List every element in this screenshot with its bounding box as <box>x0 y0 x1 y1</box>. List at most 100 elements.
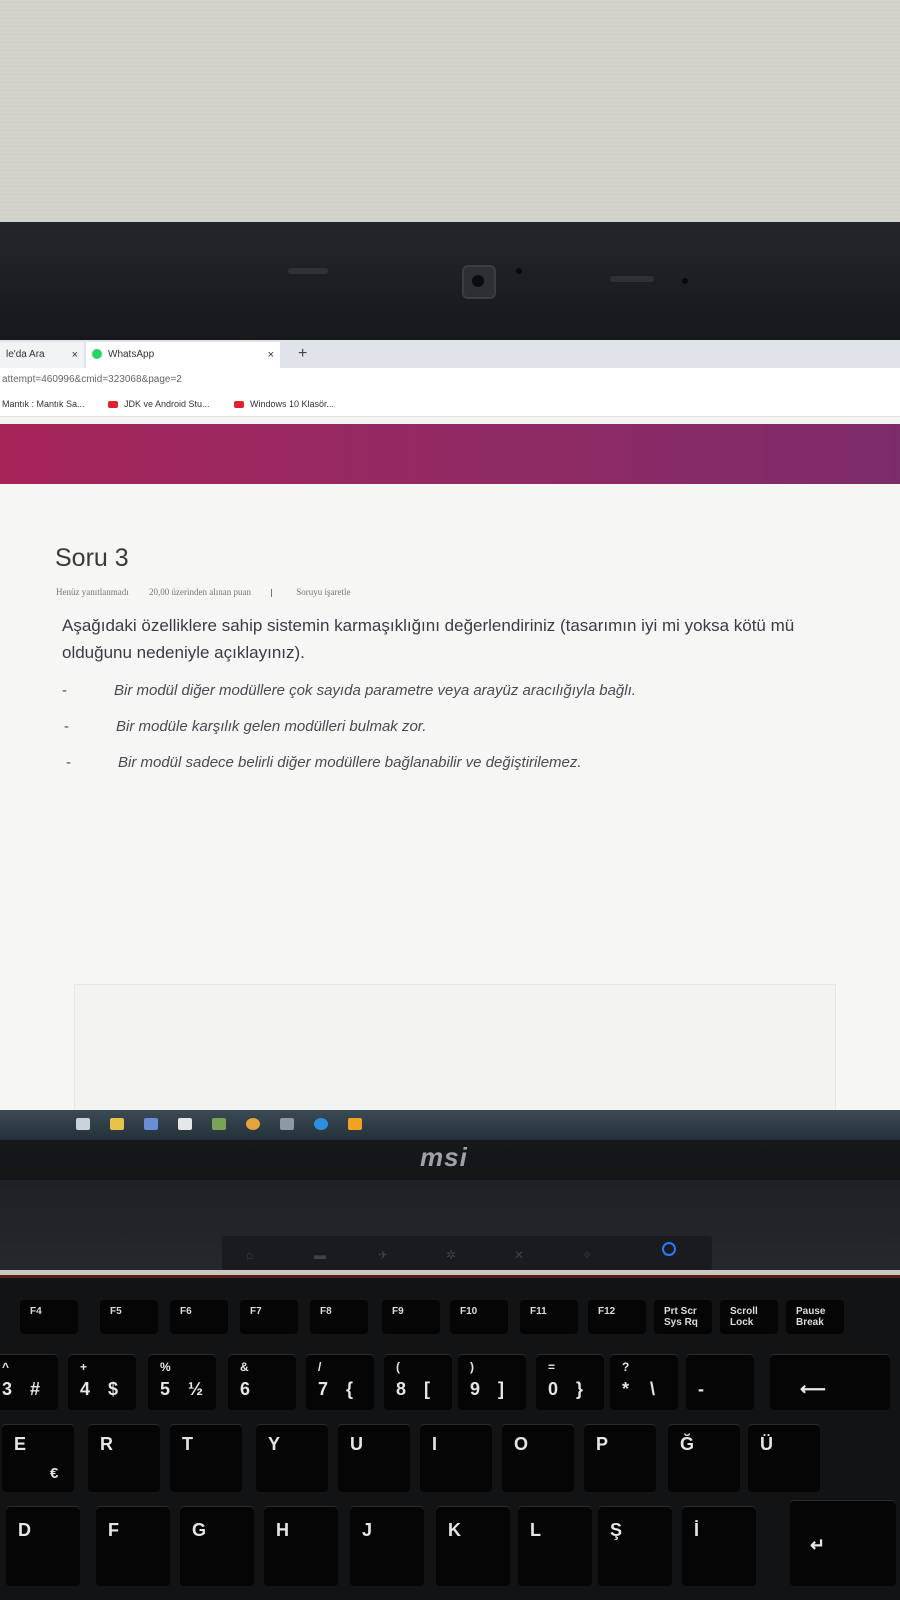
url-text: attempt=460996&cmid=323068&page=2 <box>2 374 182 385</box>
letter-key[interactable]: Y <box>256 1424 328 1492</box>
key-shift-label: ? <box>622 1360 630 1374</box>
letter-key[interactable]: K <box>436 1506 510 1586</box>
letter-key[interactable]: I <box>420 1424 492 1492</box>
letter-key[interactable]: H <box>264 1506 338 1586</box>
letter-key[interactable]: G <box>180 1506 254 1586</box>
key-shift-label: ( <box>396 1360 400 1374</box>
letter-key[interactable]: Ğ <box>668 1424 740 1492</box>
app-icon[interactable] <box>144 1118 158 1130</box>
fn-key-label: F8 <box>320 1306 332 1317</box>
hotkey-icon[interactable]: ✕ <box>514 1248 524 1262</box>
fn-key-label: F11 <box>530 1306 547 1317</box>
number-key[interactable]: - <box>686 1354 754 1410</box>
fn-key[interactable]: F4 <box>20 1300 78 1334</box>
hotkey-icon[interactable]: ⌂ <box>246 1248 253 1262</box>
fn-key[interactable]: F6 <box>170 1300 228 1334</box>
sensor-dot <box>516 268 522 274</box>
key-label: J <box>362 1520 373 1540</box>
backspace-key[interactable]: ⟵ <box>770 1354 890 1410</box>
fn-key-label: Scroll Lock <box>730 1306 758 1328</box>
fn-key[interactable]: F8 <box>310 1300 368 1334</box>
bookmark-item[interactable]: Mantık : Mantık Sa... <box>2 392 85 416</box>
answer-textarea[interactable] <box>74 984 836 1120</box>
letter-key[interactable]: E € <box>2 1424 74 1492</box>
site-header-banner <box>0 424 900 484</box>
fn-key[interactable]: F10 <box>450 1300 508 1334</box>
letter-key[interactable]: P <box>584 1424 656 1492</box>
bullet-item: - Bir modül diğer modüllere çok sayıda pa… <box>62 682 636 699</box>
fn-key[interactable]: F11 <box>520 1300 578 1334</box>
letter-key[interactable]: O <box>502 1424 574 1492</box>
youtube-icon <box>108 401 118 409</box>
key-shift-label: ) <box>470 1360 474 1374</box>
key-shift-label: + <box>80 1360 88 1374</box>
task-view-icon[interactable] <box>76 1118 90 1130</box>
fn-key-label: F5 <box>110 1306 122 1317</box>
close-icon[interactable]: × <box>268 342 274 368</box>
bullet-dash: - <box>62 682 67 699</box>
bookmark-item[interactable]: JDK ve Android Stu... <box>108 392 210 416</box>
key-label: R <box>100 1434 113 1454</box>
key-label: Ü <box>760 1434 773 1454</box>
flag-label: Soruyu işaretle <box>296 587 351 597</box>
store-icon[interactable] <box>178 1118 192 1130</box>
browser-tab-bar: le'da Ara × WhatsApp × + <box>0 340 900 368</box>
app-icon[interactable] <box>212 1118 226 1130</box>
enter-key[interactable]: ↵ <box>790 1500 896 1586</box>
airplane-icon[interactable]: ✈ <box>378 1248 388 1262</box>
whatsapp-icon <box>92 349 102 360</box>
bookmark-item[interactable]: Windows 10 Klasör... <box>234 392 334 416</box>
hotkey-icon[interactable]: ✧ <box>582 1248 592 1262</box>
chrome-icon[interactable] <box>246 1118 260 1130</box>
hotkey-icon[interactable]: ▬ <box>314 1248 326 1262</box>
number-key[interactable]: 3 ^ # <box>0 1354 58 1410</box>
number-key[interactable]: 0 =} <box>536 1354 604 1410</box>
fn-key-label: F6 <box>180 1306 192 1317</box>
letter-key[interactable]: Ş <box>598 1506 672 1586</box>
letter-key[interactable]: F <box>96 1506 170 1586</box>
key-main-label: * <box>622 1379 630 1399</box>
key-main-label: ½ <box>188 1379 204 1399</box>
fn-key[interactable]: F12 <box>588 1300 646 1334</box>
number-key[interactable]: 9)] <box>458 1354 526 1410</box>
letter-key[interactable]: İ <box>682 1506 756 1586</box>
app-icon[interactable] <box>348 1118 362 1130</box>
key-label: E <box>14 1434 27 1454</box>
hotkey-icon[interactable]: ✲ <box>446 1248 456 1262</box>
fn-key[interactable]: Pause Break <box>786 1300 844 1334</box>
key-label: O <box>514 1434 529 1454</box>
power-icon[interactable] <box>662 1242 676 1256</box>
number-key[interactable]: 8 ([ <box>384 1354 452 1410</box>
number-key[interactable]: 4 + $ <box>68 1354 136 1410</box>
hotkey-strip: ⌂ ▬ ✈ ✲ ✕ ✧ <box>222 1236 712 1270</box>
number-key[interactable]: *? \ <box>610 1354 678 1410</box>
file-explorer-icon[interactable] <box>110 1118 124 1130</box>
letter-key[interactable]: T <box>170 1424 242 1492</box>
browser-tab-active[interactable]: WhatsApp × <box>86 342 280 368</box>
letter-key[interactable]: Ü <box>748 1424 820 1492</box>
number-key[interactable]: 7 / { <box>306 1354 374 1410</box>
flag-question-link[interactable]: Soruyu işaretle <box>271 587 368 597</box>
edge-icon[interactable] <box>314 1118 328 1130</box>
letter-key[interactable]: L <box>518 1506 592 1586</box>
fn-key-label: Prt Scr Sys Rq <box>664 1306 698 1328</box>
number-key[interactable]: 5% ½ <box>148 1354 216 1410</box>
fn-key[interactable]: Scroll Lock <box>720 1300 778 1334</box>
browser-tab[interactable]: le'da Ara × <box>0 342 84 368</box>
fn-key[interactable]: F7 <box>240 1300 298 1334</box>
number-key[interactable]: 6 & <box>228 1354 296 1410</box>
fn-key[interactable]: Prt Scr Sys Rq <box>654 1300 712 1334</box>
letter-key[interactable]: R <box>88 1424 160 1492</box>
app-icon[interactable] <box>280 1118 294 1130</box>
key-main-label: ] <box>498 1379 504 1399</box>
key-label: K <box>448 1520 461 1540</box>
fn-key[interactable]: F9 <box>382 1300 440 1334</box>
new-tab-icon[interactable]: + <box>298 342 307 366</box>
letter-key[interactable]: U <box>338 1424 410 1492</box>
close-icon[interactable]: × <box>72 342 78 368</box>
address-bar[interactable]: attempt=460996&cmid=323068&page=2 <box>0 368 900 392</box>
letter-key[interactable]: D <box>6 1506 80 1586</box>
key-main-label: 4 <box>80 1379 91 1399</box>
letter-key[interactable]: J <box>350 1506 424 1586</box>
fn-key[interactable]: F5 <box>100 1300 158 1334</box>
